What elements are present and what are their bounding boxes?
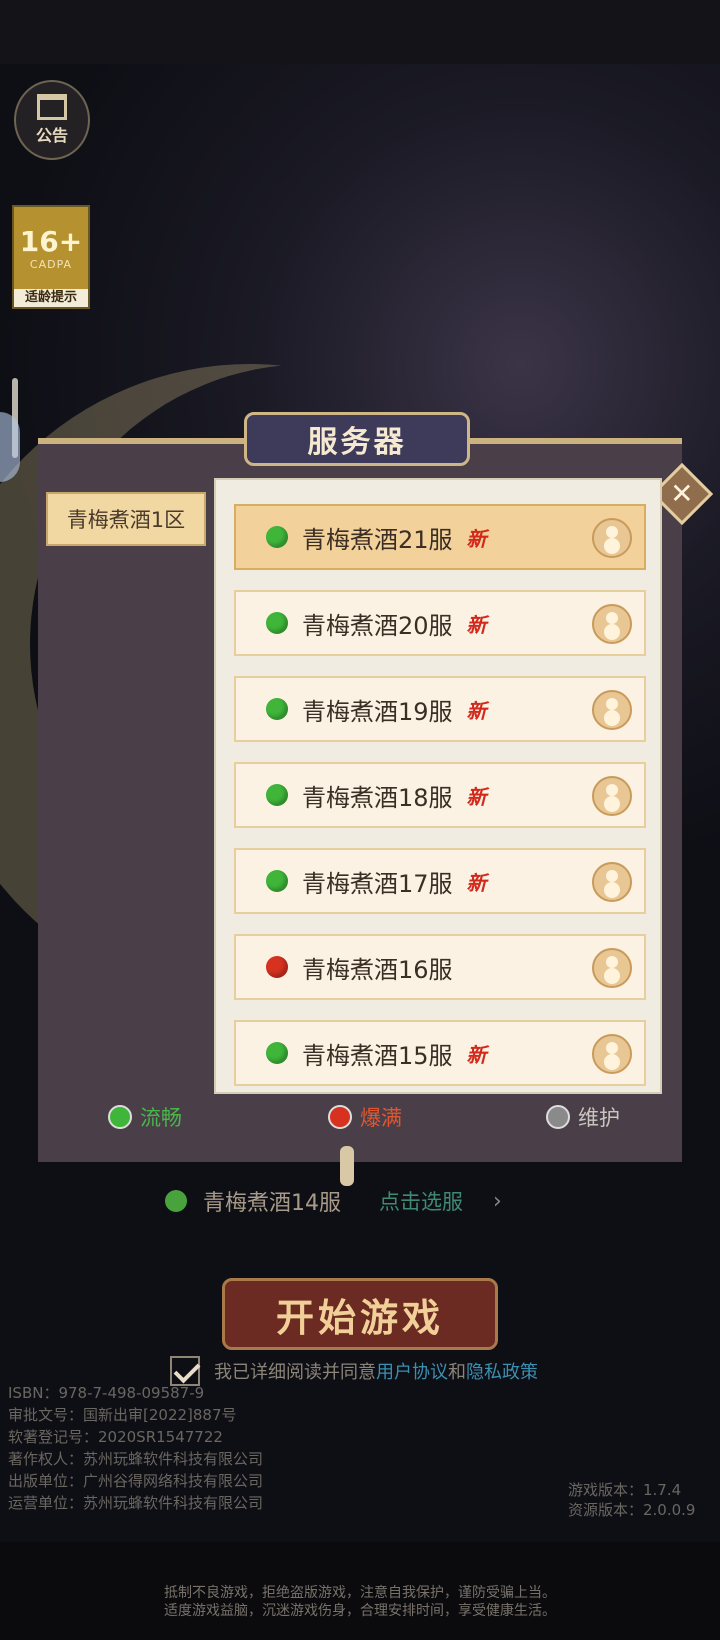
legend-dot-icon [328, 1105, 352, 1129]
server-item[interactable]: 青梅煮酒18服 新 [234, 762, 646, 828]
legend-label: 维护 [578, 1106, 620, 1130]
start-game-button[interactable]: 开始游戏 [222, 1278, 498, 1350]
health-warning: 抵制不良游戏，拒绝盗版游戏，注意自我保护，谨防受骗上当。 适度游戏益脑，沉迷游戏… [0, 1584, 720, 1620]
new-tag: 新 [466, 526, 487, 551]
legend-dot-icon [108, 1105, 132, 1129]
server-item[interactable]: 青梅煮酒16服 [234, 934, 646, 1000]
legal-info: ISBN：978-7-498-09587-9 审批文号：国新出审[2022]88… [8, 1382, 263, 1514]
server-item[interactable]: 青梅煮酒17服 新 [234, 848, 646, 914]
dialog-title-plaque: 服务器 [244, 412, 470, 466]
new-tag: 新 [466, 784, 487, 809]
zone-tab[interactable]: 青梅煮酒1区 [46, 492, 206, 546]
user-agreement-link[interactable]: 用户协议 [376, 1358, 448, 1384]
server-item[interactable]: 青梅煮酒19服 新 [234, 676, 646, 742]
privacy-policy-link[interactable]: 隐私政策 [466, 1358, 538, 1384]
server-name: 青梅煮酒15服 [302, 1041, 453, 1070]
age-rating-tip: 适龄提示 [14, 289, 88, 307]
close-icon: ✕ [670, 477, 694, 510]
legal-line: 审批文号：国新出审[2022]887号 [8, 1406, 237, 1424]
avatar-icon [592, 518, 632, 558]
health-warning-line: 适度游戏益脑，沉迷游戏伤身，合理安排时间，享受健康生活。 [164, 1603, 556, 1619]
status-dot-icon [266, 1042, 288, 1064]
new-tag: 新 [466, 698, 487, 723]
server-list[interactable]: 青梅煮酒21服 新 青梅煮酒20服 新 青梅煮酒19服 新 青梅煮酒18服 新 … [214, 478, 662, 1094]
avatar-icon [592, 948, 632, 988]
server-name: 青梅煮酒20服 [302, 611, 453, 640]
avatar-icon [592, 604, 632, 644]
status-bar [0, 0, 720, 64]
legend-maintenance: 维护 [546, 1102, 620, 1132]
server-item[interactable]: 青梅煮酒20服 新 [234, 590, 646, 656]
legend-dot-icon [546, 1105, 570, 1129]
avatar-icon [592, 690, 632, 730]
status-legend: 流畅 爆满 维护 [38, 1084, 682, 1144]
resource-version: 资源版本：2.0.0.9 [568, 1501, 696, 1519]
agreement-prefix: 我已详细阅读并同意 [214, 1362, 376, 1383]
server-name: 青梅煮酒17服 [302, 869, 453, 898]
health-warning-line: 抵制不良游戏，拒绝盗版游戏，注意自我保护，谨防受骗上当。 [164, 1585, 556, 1601]
legend-label: 爆满 [360, 1106, 402, 1130]
status-dot-icon [266, 526, 288, 548]
chevron-right-icon: › [493, 1188, 502, 1214]
version-info: 游戏版本：1.7.4 资源版本：2.0.0.9 [568, 1480, 695, 1520]
legend-full: 爆满 [328, 1102, 402, 1132]
game-version: 游戏版本：1.7.4 [568, 1481, 682, 1499]
legal-line: 运营单位：苏州玩蜂软件科技有限公司 [8, 1494, 264, 1512]
new-tag: 新 [466, 612, 487, 637]
legal-line: 出版单位：广州谷得网络科技有限公司 [8, 1472, 264, 1490]
avatar-icon [592, 1034, 632, 1074]
avatar-icon [592, 862, 632, 902]
side-float-button[interactable] [0, 412, 20, 482]
legend-smooth: 流畅 [108, 1102, 182, 1132]
status-dot-icon [266, 784, 288, 806]
server-dialog: 服务器 ✕ 青梅煮酒1区 青梅煮酒21服 新 青梅煮酒20服 新 青梅煮酒19服… [38, 412, 714, 1186]
status-dot-icon [266, 698, 288, 720]
legal-line: ISBN：978-7-498-09587-9 [8, 1384, 205, 1402]
server-name: 青梅煮酒19服 [302, 697, 453, 726]
status-dot-icon [165, 1190, 187, 1212]
age-rating-value: 16+ [19, 225, 83, 258]
server-item[interactable]: 青梅煮酒15服 新 [234, 1020, 646, 1086]
status-dot-icon [266, 870, 288, 892]
tassel-ornament [340, 1146, 354, 1186]
age-rating-org: CADPA [29, 258, 73, 271]
agreement-and: 和 [448, 1362, 466, 1383]
current-server-name: 青梅煮酒14服 [203, 1191, 341, 1216]
select-server-link[interactable]: 点击选服 [379, 1186, 463, 1216]
server-name: 青梅煮酒18服 [302, 783, 453, 812]
legal-line: 著作权人：苏州玩蜂软件科技有限公司 [8, 1450, 264, 1468]
new-tag: 新 [466, 870, 487, 895]
notice-label: 公告 [35, 126, 68, 145]
legal-line: 软著登记号：2020SR1547722 [8, 1428, 223, 1446]
status-dot-icon [266, 612, 288, 634]
avatar-icon [592, 776, 632, 816]
server-name: 青梅煮酒16服 [302, 955, 453, 984]
server-item[interactable]: 青梅煮酒21服 新 [234, 504, 646, 570]
start-game-label: 开始游戏 [275, 1294, 444, 1340]
notice-button[interactable]: 公告 [14, 80, 90, 160]
current-server-row[interactable]: 青梅煮酒14服 点击选服 › [165, 1184, 545, 1218]
dialog-title: 服务器 [307, 425, 407, 460]
age-rating-badge[interactable]: 16+ CADPA 适龄提示 [12, 205, 90, 309]
status-dot-icon [266, 956, 288, 978]
new-tag: 新 [466, 1042, 487, 1067]
notice-icon [37, 94, 67, 120]
server-name: 青梅煮酒21服 [302, 525, 453, 554]
legend-label: 流畅 [140, 1106, 182, 1130]
